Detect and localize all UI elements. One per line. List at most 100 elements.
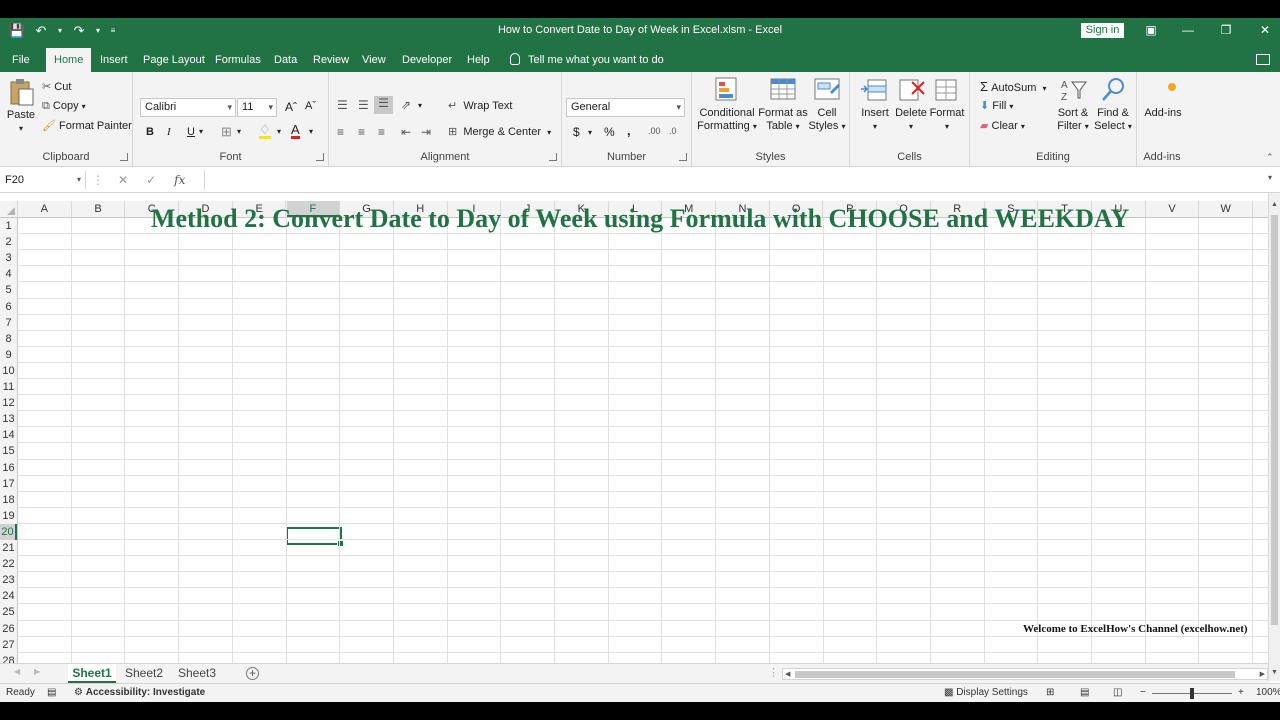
sheet-tab-sheet3[interactable]: Sheet3 <box>172 664 222 683</box>
row-header-28[interactable]: 28 <box>0 653 17 663</box>
horizontal-scroll-thumb[interactable] <box>795 671 1235 678</box>
fill-button[interactable]: ⬇ Fill ▾ <box>980 99 1013 112</box>
row-header-10[interactable]: 10 <box>0 363 17 379</box>
zoom-in-icon[interactable]: + <box>1238 687 1244 698</box>
sheet-tab-sheet2[interactable]: Sheet2 <box>120 664 168 683</box>
vertical-scroll-thumb[interactable] <box>1271 215 1278 625</box>
redo-dropdown-icon[interactable]: ▾ <box>94 22 102 40</box>
wrap-text-button[interactable]: ↵ Wrap Text <box>448 99 512 112</box>
row-header-16[interactable]: 16 <box>0 460 17 476</box>
undo-icon[interactable]: ↶ <box>32 22 50 40</box>
currency-dropdown-icon[interactable]: ▾ <box>588 128 592 137</box>
borders-icon[interactable]: ⊞ <box>221 124 232 140</box>
fill-color-icon[interactable]: ♢ <box>259 123 271 139</box>
row-header-3[interactable]: 3 <box>0 250 17 266</box>
increase-indent-icon[interactable]: ⇥ <box>421 125 431 139</box>
worksheet-grid[interactable]: ABCDEFGHIJKLMNOPQRSTUVW 1 2 3 4 5 6 7 8 9 10 11 12 1… <box>0 193 1268 663</box>
currency-button[interactable]: $ <box>573 125 580 139</box>
ribbon-display-options-icon[interactable]: ▣ <box>1141 21 1161 39</box>
font-color-dropdown-icon[interactable]: ▾ <box>309 127 313 136</box>
scroll-up-icon[interactable]: ▲ <box>1271 201 1278 208</box>
row-header-13[interactable]: 13 <box>0 411 17 427</box>
format-as-table-button[interactable]: Format as Table ▾ <box>758 76 808 133</box>
collapse-ribbon-icon[interactable]: ⌃ <box>1266 152 1274 163</box>
decrease-indent-icon[interactable]: ⇤ <box>401 125 411 139</box>
zoom-slider-thumb[interactable] <box>1190 688 1194 699</box>
sheet-tab-sheet1[interactable]: Sheet1 <box>68 664 116 683</box>
autosum-button[interactable]: Σ AutoSum ▾ <box>980 79 1047 94</box>
tab-page-layout[interactable]: Page Layout <box>135 48 213 72</box>
cut-button[interactable]: ✂ Cut <box>42 80 71 93</box>
zoom-level[interactable]: 100% <box>1256 687 1280 698</box>
row-header-26[interactable]: 26 <box>0 621 17 637</box>
merge-center-button[interactable]: ⊞ Merge & Center ▾ <box>448 125 551 138</box>
normal-view-icon[interactable]: ⊞ <box>1046 687 1054 698</box>
find-select-button[interactable]: Find & Select ▾ <box>1092 76 1134 133</box>
horizontal-scrollbar[interactable]: ◀ ▶ <box>782 668 1268 680</box>
insert-cells-button[interactable]: Insert ▾ <box>858 76 892 133</box>
percent-button[interactable]: % <box>604 125 615 139</box>
tab-data[interactable]: Data <box>266 48 305 72</box>
font-launcher-icon[interactable] <box>316 153 324 161</box>
formula-input[interactable] <box>204 171 1266 189</box>
tab-formulas[interactable]: Formulas <box>207 48 269 72</box>
row-header-6[interactable]: 6 <box>0 299 17 315</box>
tab-view[interactable]: View <box>354 48 394 72</box>
add-sheet-icon[interactable]: + <box>246 667 259 680</box>
orientation-icon[interactable]: ⇗ <box>401 98 411 112</box>
align-right-icon[interactable]: ≡ <box>378 125 385 139</box>
row-header-18[interactable]: 18 <box>0 492 17 508</box>
vertical-scrollbar[interactable]: ▲ ▼ <box>1268 193 1280 681</box>
row-header-11[interactable]: 11 <box>0 379 17 395</box>
row-header-21[interactable]: 21 <box>0 540 17 556</box>
customize-qat-icon[interactable]: ≡ <box>108 22 118 40</box>
name-box-dropdown-icon[interactable]: ▾ <box>77 171 81 189</box>
cell-area[interactable] <box>18 218 1268 663</box>
row-header-4[interactable]: 4 <box>0 266 17 282</box>
row-header-2[interactable]: 2 <box>0 234 17 250</box>
paste-button[interactable]: Paste ▾ <box>4 78 38 135</box>
delete-cells-button[interactable]: Delete ▾ <box>893 76 929 133</box>
italic-button[interactable]: I <box>167 126 171 138</box>
conditional-formatting-button[interactable]: Conditional Formatting ▾ <box>696 76 758 133</box>
name-box[interactable]: F20 ▾ <box>2 171 86 189</box>
close-button[interactable]: ✕ <box>1255 21 1275 39</box>
row-header-22[interactable]: 22 <box>0 556 17 572</box>
active-cell-f20[interactable] <box>286 527 344 547</box>
restore-button[interactable]: ❐ <box>1216 21 1236 39</box>
clipboard-launcher-icon[interactable] <box>120 153 128 161</box>
row-header-15[interactable]: 15 <box>0 443 17 459</box>
page-layout-view-icon[interactable]: ▤ <box>1080 687 1089 698</box>
redo-icon[interactable]: ↷ <box>70 22 88 40</box>
tab-split-grip-icon[interactable]: ⋮ <box>768 666 779 679</box>
row-header-7[interactable]: 7 <box>0 315 17 331</box>
tab-insert[interactable]: Insert <box>92 48 136 72</box>
decrease-font-size-icon[interactable]: Aˇ <box>305 100 316 112</box>
add-ins-button[interactable]: Add-ins <box>1141 76 1185 120</box>
format-painter-button[interactable]: 🖌 Format Painter <box>42 119 132 132</box>
scroll-left-icon[interactable]: ◀ <box>785 670 790 678</box>
insert-function-button[interactable]: fx <box>174 171 185 189</box>
align-center-icon[interactable]: ≡ <box>358 125 365 139</box>
sign-in-button[interactable]: Sign in <box>1081 23 1124 38</box>
row-header-8[interactable]: 8 <box>0 331 17 347</box>
minimize-button[interactable]: — <box>1178 21 1198 39</box>
row-header-23[interactable]: 23 <box>0 572 17 588</box>
number-format-select[interactable]: General <box>566 98 685 117</box>
top-align-icon[interactable]: ☰ <box>337 98 348 112</box>
accessibility-button[interactable]: ⚙ Accessibility: Investigate <box>74 687 205 698</box>
align-left-icon[interactable]: ≡ <box>337 125 344 139</box>
row-header-12[interactable]: 12 <box>0 395 17 411</box>
row-header-9[interactable]: 9 <box>0 347 17 363</box>
tab-help[interactable]: Help <box>459 48 498 72</box>
row-header-19[interactable]: 19 <box>0 508 17 524</box>
borders-dropdown-icon[interactable]: ▾ <box>237 127 241 136</box>
scroll-right-icon[interactable]: ▶ <box>1260 670 1265 678</box>
comma-button[interactable]: , <box>627 123 631 138</box>
row-header-27[interactable]: 27 <box>0 637 17 653</box>
cell-styles-button[interactable]: Cell Styles ▾ <box>808 76 846 133</box>
expand-formula-bar-icon[interactable]: ▾ <box>1268 173 1272 182</box>
clear-button[interactable]: ▰ Clear ▾ <box>980 119 1025 132</box>
copy-button[interactable]: ⧉ Copy ▾ <box>42 100 86 113</box>
underline-dropdown-icon[interactable]: ▾ <box>199 127 203 136</box>
